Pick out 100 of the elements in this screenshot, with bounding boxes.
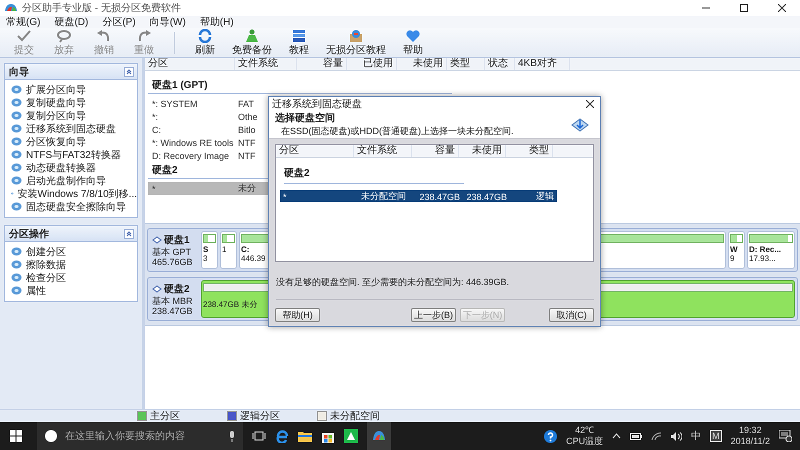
disk-type: 基本 MBR bbox=[152, 296, 194, 306]
legend-label: 逻辑分区 bbox=[240, 410, 280, 423]
menu-item[interactable]: 硬盘(D) bbox=[54, 15, 88, 29]
dialog-button[interactable]: 上一步(B) bbox=[411, 308, 456, 322]
search-field[interactable]: 在这里输入你要搜索的内容 bbox=[63, 430, 223, 442]
column-header[interactable]: 容量 bbox=[412, 145, 459, 157]
column-header[interactable]: 分区 bbox=[145, 58, 235, 70]
app-icon[interactable] bbox=[344, 429, 358, 443]
windows-start-icon[interactable] bbox=[10, 430, 22, 442]
legend-label: 未分配空间 bbox=[330, 410, 380, 423]
partition-block[interactable]: S 3 bbox=[201, 231, 218, 269]
column-header[interactable]: 已使用 bbox=[347, 58, 397, 70]
column-header[interactable]: 4KB对齐 bbox=[515, 58, 570, 70]
sidebar-item[interactable]: 安装Windows 7/8/10到移... bbox=[11, 187, 137, 200]
partition-label: 238.47GB 未分 bbox=[203, 300, 258, 309]
menu-item[interactable]: 向导(W) bbox=[150, 15, 186, 29]
folder-icon[interactable] bbox=[298, 430, 312, 442]
input-mode-indicator[interactable]: M bbox=[710, 430, 722, 442]
speaker-icon[interactable] bbox=[671, 432, 682, 440]
partition-block[interactable]: D: Rec... 17.93... bbox=[747, 231, 795, 269]
partition-label: D: Rec... bbox=[749, 245, 782, 254]
undo-icon bbox=[96, 28, 112, 42]
sidebar-item[interactable]: 检查分区 bbox=[11, 271, 137, 284]
clock-time[interactable]: 19:32 bbox=[739, 425, 762, 436]
panel-title: 向导 bbox=[9, 66, 29, 78]
column-header[interactable]: 未使用 bbox=[397, 58, 447, 70]
collapse-icon[interactable] bbox=[124, 66, 134, 76]
column-header[interactable]: 类型 bbox=[447, 58, 485, 70]
partition-size: 17.93... bbox=[749, 254, 777, 263]
sidebar-item[interactable]: 擦除数据 bbox=[11, 258, 137, 271]
sidebar-item[interactable]: 固态硬盘安全擦除向导 bbox=[11, 200, 137, 213]
disc-icon bbox=[11, 98, 22, 107]
sidebar-item[interactable]: 动态硬盘转换器 bbox=[11, 161, 137, 174]
menu-item[interactable]: 分区(P) bbox=[102, 15, 136, 29]
wifi-icon[interactable] bbox=[651, 432, 662, 440]
menu-item[interactable]: 常规(G) bbox=[6, 15, 40, 29]
toolbar-button[interactable]: 免费备份 bbox=[227, 28, 277, 56]
toolbar-button[interactable]: 刷新 bbox=[187, 28, 223, 56]
sidebar-item[interactable]: NTFS与FAT32转换器 bbox=[11, 148, 137, 161]
disc-icon bbox=[11, 111, 22, 120]
toolbar-button[interactable]: 教程 bbox=[281, 28, 317, 56]
clock-date[interactable]: 2018/11/2 bbox=[730, 436, 770, 447]
partition-row[interactable]: * 未分配空间 238.47GB 238.47GB 逻辑 bbox=[280, 190, 557, 202]
figure-icon bbox=[244, 28, 260, 42]
help-icon[interactable] bbox=[544, 430, 558, 442]
column-header[interactable]: 类型 bbox=[506, 145, 553, 157]
sidebar-item[interactable]: 属性 bbox=[11, 284, 137, 297]
dialog-button[interactable]: 取消(C) bbox=[549, 308, 594, 322]
column-header[interactable]: 文件系统 bbox=[235, 58, 297, 70]
sidebar-item[interactable]: 启动光盘制作向导 bbox=[11, 174, 137, 187]
dialog-heading: 选择硬盘空间 bbox=[275, 112, 336, 125]
partition-block[interactable]: W 9 bbox=[728, 231, 745, 269]
close-icon[interactable] bbox=[586, 100, 594, 108]
partition-block[interactable]: 1 bbox=[220, 231, 237, 269]
sidebar-item[interactable]: 复制硬盘向导 bbox=[11, 96, 137, 109]
disc-icon bbox=[11, 286, 22, 295]
close-icon[interactable] bbox=[778, 4, 786, 12]
disc-icon bbox=[11, 163, 22, 172]
microphone-icon[interactable] bbox=[229, 430, 235, 442]
disk-size: 238.47GB bbox=[152, 306, 194, 316]
sidebar-item[interactable]: 扩展分区向导 bbox=[11, 83, 137, 96]
refresh-icon bbox=[197, 28, 213, 42]
partition-app-icon[interactable] bbox=[372, 430, 386, 442]
toolbar-button[interactable]: 无损分区教程 bbox=[321, 28, 391, 56]
disk-name: 硬盘1 bbox=[164, 234, 190, 247]
chevron-up-icon[interactable] bbox=[612, 433, 622, 439]
partition-label: S bbox=[203, 245, 210, 254]
input-method-indicator[interactable]: 中 bbox=[691, 429, 702, 443]
notification-icon[interactable] bbox=[779, 430, 792, 442]
maximize-icon[interactable] bbox=[740, 4, 748, 12]
partition-label: C: bbox=[241, 245, 250, 254]
toolbar-button[interactable]: 帮助 bbox=[395, 28, 431, 56]
sidebar-item[interactable]: 迁移系统到固态硬盘 bbox=[11, 122, 137, 135]
column-header[interactable]: 分区 bbox=[276, 145, 354, 157]
legend-label: 主分区 bbox=[150, 410, 180, 423]
task-view-icon[interactable] bbox=[252, 431, 266, 441]
disk-type: 基本 GPT bbox=[152, 247, 192, 257]
column-header[interactable]: 未使用 bbox=[459, 145, 506, 157]
disc-icon bbox=[11, 260, 22, 269]
column-header[interactable]: 容量 bbox=[297, 58, 347, 70]
partition-label: W bbox=[730, 245, 739, 254]
collapse-icon[interactable] bbox=[124, 228, 134, 238]
battery-icon[interactable] bbox=[630, 432, 642, 440]
search-box[interactable]: 在这里输入你要搜索的内容 bbox=[37, 422, 243, 450]
disk-size: 465.76GB bbox=[152, 257, 194, 267]
window-title: 分区助手专业版 - 无损分区免费软件 bbox=[22, 2, 181, 15]
dialog-button[interactable]: 帮助(H) bbox=[275, 308, 320, 322]
partition-size: 9 bbox=[730, 254, 736, 263]
column-header[interactable]: 文件系统 bbox=[354, 145, 412, 157]
panel-title: 分区操作 bbox=[9, 228, 49, 240]
globe-box-icon bbox=[348, 28, 364, 42]
sidebar-item[interactable]: 复制分区向导 bbox=[11, 109, 137, 122]
disc-icon bbox=[11, 85, 22, 94]
sidebar-item[interactable]: 创建分区 bbox=[11, 245, 137, 258]
browser-icon[interactable] bbox=[275, 429, 289, 443]
dialog-title: 迁移系统到固态硬盘 bbox=[272, 98, 362, 111]
column-header[interactable]: 状态 bbox=[485, 58, 515, 70]
menu-item[interactable]: 帮助(H) bbox=[200, 15, 234, 29]
disc-icon bbox=[11, 202, 22, 211]
sidebar-item[interactable]: 分区恢复向导 bbox=[11, 135, 137, 148]
